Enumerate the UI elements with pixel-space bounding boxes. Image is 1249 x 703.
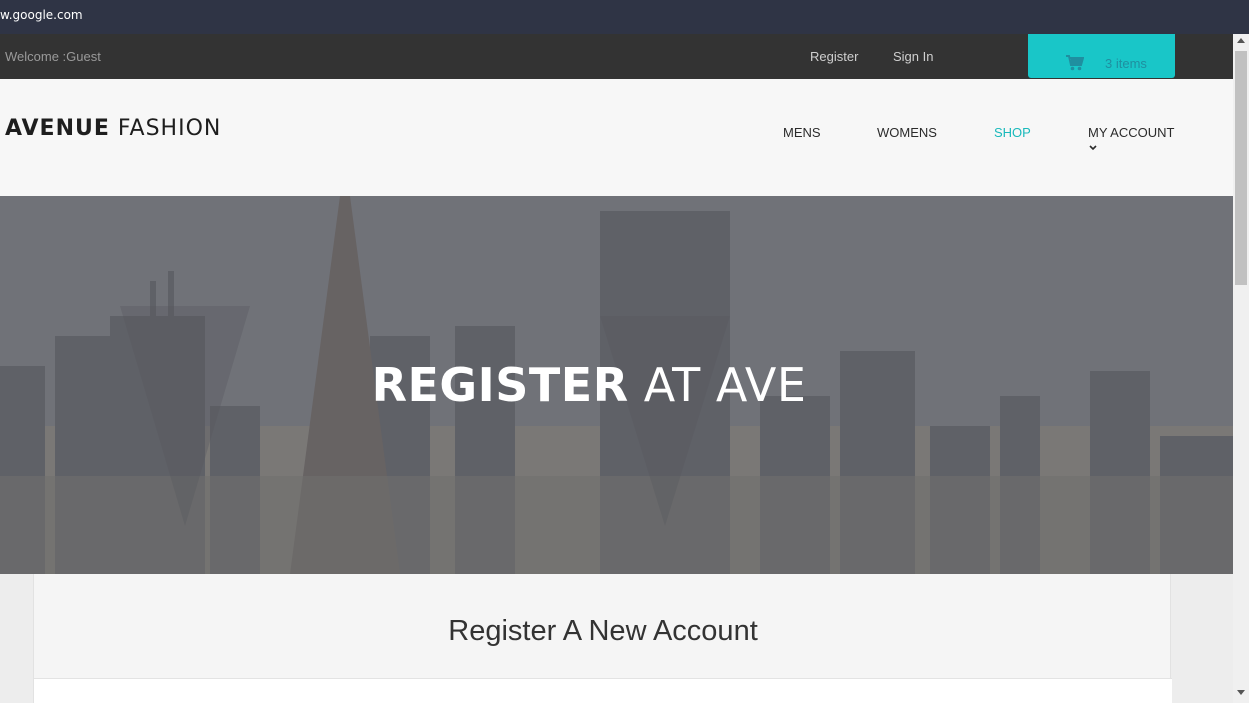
sign-in-link[interactable]: Sign In <box>893 49 933 64</box>
scroll-up-arrow-icon[interactable] <box>1237 38 1245 43</box>
page-viewport: Welcome :Guest Register Sign In 3 items … <box>0 34 1233 703</box>
register-link[interactable]: Register <box>810 49 858 64</box>
cart-count: 3 items <box>1105 56 1147 71</box>
vertical-scrollbar[interactable] <box>1233 34 1249 703</box>
hero-title: REGISTER AT AVE <box>0 358 1178 412</box>
top-bar: Welcome :Guest Register Sign In 3 items <box>0 34 1233 79</box>
site-logo[interactable]: AVENUE FASHION <box>5 116 221 141</box>
cart-button[interactable]: 3 items <box>1028 34 1175 78</box>
hero-title-bold: REGISTER <box>371 358 629 412</box>
logo-bold-text: AVENUE <box>5 116 110 141</box>
nav-item-mens[interactable]: MENS <box>783 125 821 140</box>
browser-url[interactable]: w.google.com <box>0 8 83 22</box>
scroll-thumb[interactable] <box>1235 51 1247 285</box>
nav-item-my-account[interactable]: MY ACCOUNT <box>1088 125 1174 140</box>
chevron-down-icon[interactable] <box>1088 143 1098 153</box>
shopping-cart-icon <box>1066 55 1084 71</box>
browser-url-strip: w.google.com <box>0 0 1249 34</box>
nav-item-shop[interactable]: SHOP <box>994 125 1031 140</box>
main-navbar: AVENUE FASHION MENS WOMENS SHOP MY ACCOU… <box>0 79 1233 196</box>
scroll-down-arrow-icon[interactable] <box>1237 690 1245 695</box>
register-panel: Register A New Account <box>33 574 1172 703</box>
hero-title-light: AT AVE <box>628 358 807 412</box>
panel-body <box>34 679 1172 703</box>
welcome-text: Welcome :Guest <box>5 49 101 64</box>
logo-light-text: FASHION <box>109 116 222 141</box>
nav-item-womens[interactable]: WOMENS <box>877 125 937 140</box>
panel-title: Register A New Account <box>448 615 758 647</box>
hero-banner: REGISTER AT AVE <box>0 196 1233 574</box>
